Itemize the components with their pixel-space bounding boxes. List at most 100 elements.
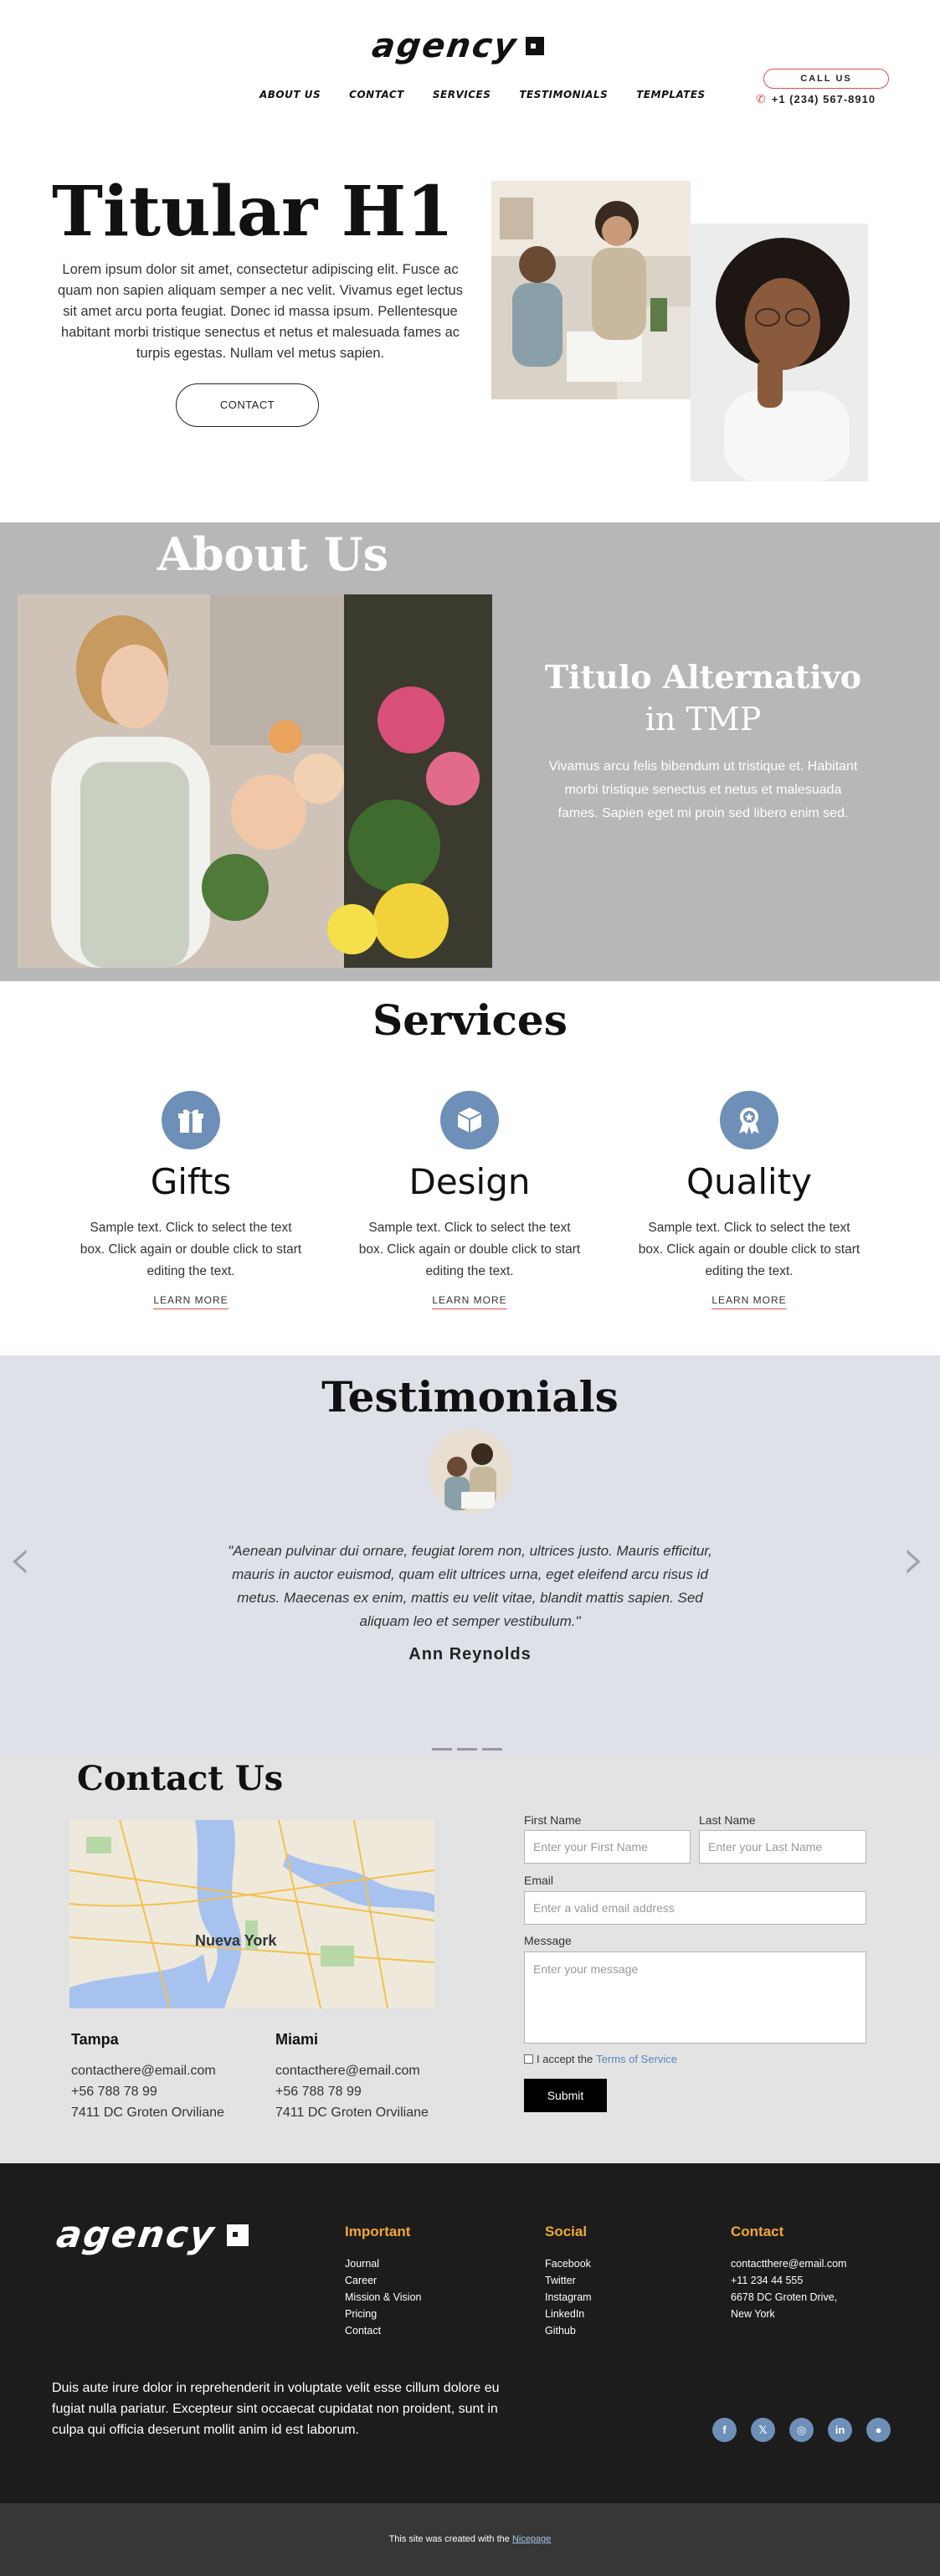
box-icon bbox=[440, 1091, 499, 1149]
alt-title: Titulo Alternativo in TMP bbox=[536, 656, 871, 740]
learn-more-link[interactable]: LEARN MORE bbox=[153, 1294, 229, 1309]
florist-photo bbox=[18, 594, 492, 968]
footer-link[interactable]: Facebook bbox=[545, 2255, 592, 2272]
office-phone: +56 788 78 99 bbox=[275, 2085, 362, 2099]
phone-link[interactable]: ✆ +1 (234) 567-8910 bbox=[756, 92, 876, 106]
footer-heading: Important bbox=[345, 2224, 411, 2239]
service-name: Quality bbox=[686, 1161, 813, 1202]
service-text: Sample text. Click to select the text bo… bbox=[80, 1221, 302, 1278]
footer-link[interactable]: Contact bbox=[345, 2322, 421, 2339]
service-text: Sample text. Click to select the text bo… bbox=[358, 1221, 581, 1278]
services-section: Services Gifts Sample text. Click to sel… bbox=[0, 981, 940, 1355]
office-city: Miami bbox=[275, 2031, 319, 2048]
linkedin-icon[interactable]: in bbox=[828, 2418, 852, 2442]
phone-number: +1 (234) 567-8910 bbox=[771, 93, 876, 105]
hero-text: Lorem ipsum dolor sit amet, consectetur … bbox=[58, 262, 463, 361]
office-team-photo bbox=[491, 181, 691, 399]
nav-services[interactable]: SERVICES bbox=[433, 89, 491, 100]
x-twitter-icon[interactable]: 𝕏 bbox=[751, 2418, 775, 2442]
footer-important: Important Journal Career Mission & Visio… bbox=[345, 2224, 421, 2339]
alt-title-line1: Titulo Alternativo bbox=[544, 658, 862, 696]
learn-more-link[interactable]: LEARN MORE bbox=[711, 1294, 787, 1309]
service-quality: Quality Sample text. Click to select the… bbox=[636, 1091, 862, 1309]
call-us-button[interactable]: CALL US bbox=[763, 69, 889, 89]
contact-title: Contact Us bbox=[77, 1759, 284, 1798]
social-icons: f 𝕏 ◎ in ● bbox=[712, 2418, 891, 2442]
nav-testimonials[interactable]: TESTIMONIALS bbox=[519, 89, 608, 100]
learn-more-link[interactable]: LEARN MORE bbox=[432, 1294, 507, 1309]
office-email[interactable]: contacthere@email.com bbox=[275, 2060, 429, 2081]
email-field[interactable]: Enter a valid email address bbox=[524, 1891, 866, 1925]
terms-checkbox[interactable] bbox=[524, 2054, 533, 2064]
message-field[interactable]: Enter your message bbox=[524, 1951, 866, 2044]
prev-arrow-icon[interactable]: ‹ bbox=[8, 1525, 32, 1593]
office-city: Tampa bbox=[71, 2031, 119, 2048]
service-name: Gifts bbox=[150, 1161, 232, 1202]
office-address: 7411 DC Groten Orviliane bbox=[71, 2106, 224, 2120]
logo[interactable]: agency bbox=[369, 27, 545, 65]
site-footer: agency Important Journal Career Mission … bbox=[0, 2163, 940, 2503]
service-gifts: Gifts Sample text. Click to select the t… bbox=[78, 1091, 304, 1309]
last-name-label: Last Name bbox=[699, 1813, 756, 1827]
bottom-bar: This site was created with the Nicepage bbox=[0, 2503, 940, 2576]
award-icon bbox=[720, 1091, 778, 1149]
phone-icon: ✆ bbox=[756, 92, 767, 105]
credit-text: This site was created with the bbox=[388, 2534, 510, 2544]
site-header: agency ABOUT US CONTACT SERVICES TESTIMO… bbox=[0, 0, 940, 126]
footer-link[interactable]: LinkedIn bbox=[545, 2306, 592, 2322]
contact-button[interactable]: CONTACT bbox=[176, 383, 319, 427]
facebook-icon[interactable]: f bbox=[712, 2418, 737, 2442]
carousel-dot[interactable] bbox=[482, 1748, 502, 1751]
nav-templates[interactable]: TEMPLATES bbox=[636, 89, 705, 100]
footer-link[interactable]: Pricing bbox=[345, 2306, 421, 2322]
footer-logo[interactable]: agency bbox=[54, 2214, 249, 2256]
carousel-dot[interactable] bbox=[457, 1748, 477, 1751]
office-address: 7411 DC Groten Orviliane bbox=[275, 2106, 429, 2120]
next-arrow-icon[interactable]: › bbox=[902, 1525, 926, 1593]
main-nav: ABOUT US CONTACT SERVICES TESTIMONIALS T… bbox=[259, 89, 706, 100]
about-section: About Us Titulo Alternativo in TMP Vivam… bbox=[0, 522, 940, 981]
gift-icon bbox=[162, 1091, 220, 1149]
footer-email[interactable]: contactthere@email.com bbox=[731, 2255, 846, 2272]
nicepage-link[interactable]: Nicepage bbox=[512, 2534, 551, 2544]
footer-link[interactable]: Github bbox=[545, 2322, 592, 2339]
alt-title-line2: in TMP bbox=[645, 701, 762, 738]
footer-contact: Contact contactthere@email.com +11 234 4… bbox=[731, 2224, 846, 2322]
github-icon[interactable]: ● bbox=[866, 2418, 891, 2442]
office-tampa: Tampa contacthere@email.com +56 788 78 9… bbox=[71, 2029, 224, 2123]
footer-link[interactable]: Journal bbox=[345, 2255, 421, 2272]
services-title: Services bbox=[372, 995, 568, 1045]
footer-link[interactable]: Instagram bbox=[545, 2289, 592, 2306]
hero-title: Titular H1 bbox=[52, 172, 455, 252]
footer-address: New York bbox=[731, 2308, 775, 2320]
office-email[interactable]: contacthere@email.com bbox=[71, 2060, 224, 2081]
footer-link[interactable]: Twitter bbox=[545, 2272, 592, 2289]
service-name: Design bbox=[408, 1161, 531, 1202]
footer-link[interactable]: Career bbox=[345, 2272, 421, 2289]
terms-checkbox-row: I accept the Terms of Service bbox=[524, 2053, 677, 2065]
logo-mark-icon bbox=[227, 2224, 249, 2246]
footer-heading: Social bbox=[545, 2224, 588, 2239]
first-name-field[interactable]: Enter your First Name bbox=[524, 1830, 691, 1864]
nav-contact[interactable]: CONTACT bbox=[349, 89, 404, 100]
map-label: Nueva York bbox=[195, 1932, 277, 1949]
footer-logo-text: agency bbox=[54, 2214, 218, 2256]
footer-about-text: Duis aute irure dolor in reprehenderit i… bbox=[52, 2381, 500, 2437]
last-name-field[interactable]: Enter your Last Name bbox=[699, 1830, 866, 1864]
instagram-icon[interactable]: ◎ bbox=[789, 2418, 814, 2442]
logo-text: agency bbox=[369, 27, 521, 65]
email-label: Email bbox=[524, 1874, 554, 1887]
carousel-indicators bbox=[432, 1748, 502, 1751]
carousel-dot[interactable] bbox=[432, 1748, 452, 1751]
testimonial-quote: "Aenean pulvinar dui ornare, feugiat lor… bbox=[228, 1543, 712, 1629]
city-map[interactable]: Nueva York bbox=[69, 1820, 434, 2008]
terms-link[interactable]: Terms of Service bbox=[596, 2053, 677, 2065]
first-name-label: First Name bbox=[524, 1813, 582, 1827]
nav-about-us[interactable]: ABOUT US bbox=[259, 89, 321, 100]
about-text: Vivamus arcu felis bibendum ut tristique… bbox=[548, 759, 858, 820]
testimonials-title: Testimonials bbox=[321, 1372, 619, 1422]
service-text: Sample text. Click to select the text bo… bbox=[638, 1221, 860, 1278]
office-phone: +56 788 78 99 bbox=[71, 2085, 157, 2099]
footer-link[interactable]: Mission & Vision bbox=[345, 2289, 421, 2306]
submit-button[interactable]: Submit bbox=[524, 2079, 607, 2112]
